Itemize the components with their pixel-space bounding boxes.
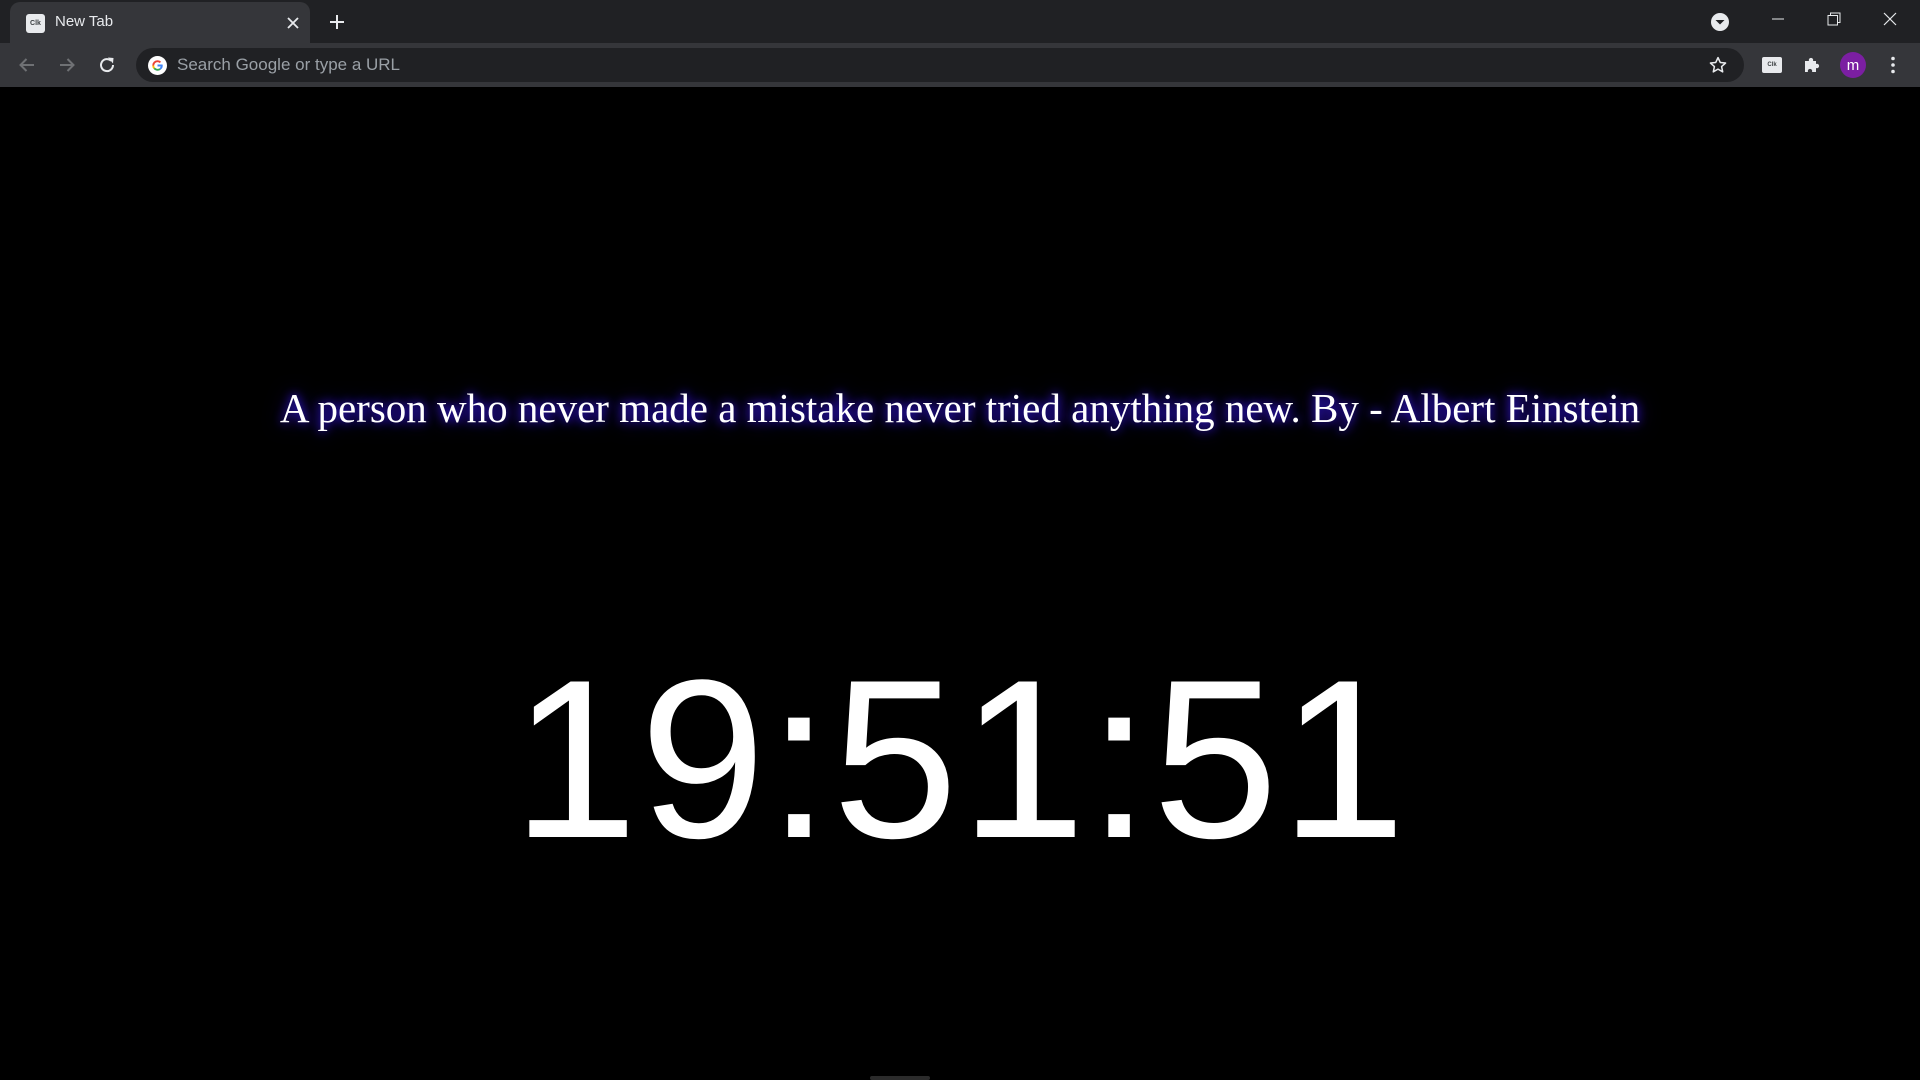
tab-title: New Tab [55, 13, 114, 30]
window-close-button[interactable] [1862, 0, 1918, 38]
extensions-button[interactable] [1796, 49, 1828, 81]
extension-thumb-text: Clk [1767, 62, 1777, 68]
profile-button[interactable]: m [1837, 49, 1869, 81]
quote-text: A person who never made a mistake never … [279, 385, 1641, 431]
close-icon [1883, 12, 1897, 26]
avatar: m [1840, 52, 1866, 78]
restore-icon [1827, 12, 1841, 26]
title-bar: Clk New Tab [0, 0, 1920, 43]
google-icon [148, 56, 167, 75]
minimize-button[interactable] [1750, 0, 1806, 38]
favicon-text: Clk [30, 20, 41, 27]
reload-icon [100, 57, 115, 73]
puzzle-icon [1805, 57, 1820, 72]
arrow-left-icon [19, 58, 34, 72]
digital-clock: 19:51:51 [512, 632, 1408, 885]
new-tab-button[interactable] [322, 8, 352, 36]
back-button[interactable] [11, 49, 43, 81]
clock-extension-button[interactable]: Clk [1756, 49, 1788, 81]
bookmark-button[interactable] [1704, 51, 1732, 79]
reload-button[interactable] [91, 49, 123, 81]
kebab-menu-icon [1891, 56, 1895, 74]
avatar-initial: m [1846, 56, 1860, 74]
page-content: A person who never made a mistake never … [0, 88, 1920, 1080]
clock-extension-favicon-icon: Clk [26, 14, 45, 33]
minimize-icon [1772, 18, 1784, 20]
chevron-down-circle-icon [1711, 13, 1729, 31]
browser-toolbar: Clk m [0, 43, 1920, 88]
arrow-right-icon [60, 58, 75, 72]
star-icon [1709, 56, 1727, 73]
tab-close-button[interactable] [282, 12, 304, 34]
plus-icon [330, 15, 344, 29]
tab-new-tab[interactable]: Clk New Tab [10, 2, 310, 43]
bottom-scroll-handle [870, 1076, 930, 1080]
browser-menu-button[interactable] [1877, 49, 1909, 81]
close-icon [287, 17, 299, 29]
forward-button[interactable] [51, 49, 83, 81]
restore-button[interactable] [1806, 0, 1862, 38]
tab-search-button[interactable] [1707, 9, 1733, 35]
omnibox-input[interactable] [177, 48, 1697, 82]
omnibox[interactable] [136, 48, 1744, 82]
clock-extension-icon: Clk [1762, 57, 1782, 73]
